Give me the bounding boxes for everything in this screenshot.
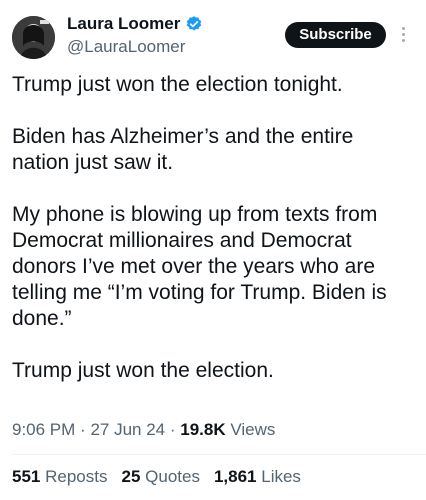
reposts-label: Reposts [45, 467, 108, 486]
tweet-paragraph: My phone is blowing up from texts from D… [12, 203, 387, 330]
subscribe-button[interactable]: Subscribe [285, 22, 386, 48]
divider [12, 454, 426, 455]
display-name[interactable]: Laura Loomer [67, 14, 180, 34]
tweet-text: Trump just won the election tonight. Bid… [12, 72, 416, 410]
engagement-stats: 551 Reposts 25 Quotes 1,861 Likes [12, 466, 315, 488]
tweet-paragraph: Trump just won the election tonight. [12, 73, 343, 96]
name-row: Laura Loomer [67, 14, 203, 34]
likes-label: Likes [261, 467, 301, 486]
likes-count: 1,861 [213, 467, 257, 486]
tweet-time[interactable]: 9:06 PM [12, 420, 75, 439]
user-handle[interactable]: @LauraLoomer [67, 37, 185, 57]
quotes-label: Quotes [145, 467, 200, 486]
likes-stat[interactable]: 1,861 Likes [214, 466, 301, 488]
tweet-paragraph: Trump just won the election. [12, 359, 274, 382]
verified-badge-icon[interactable] [185, 15, 203, 33]
quotes-stat[interactable]: 25 Quotes [121, 466, 199, 488]
views-count: 19.8K [180, 420, 226, 439]
reposts-count: 551 [12, 467, 41, 486]
separator-dot: · [169, 420, 181, 439]
avatar[interactable] [12, 16, 55, 59]
tweet-meta: 9:06 PM · 27 Jun 24 · 19.8K Views [12, 419, 275, 441]
reposts-stat[interactable]: 551 Reposts [12, 466, 107, 488]
tweet-header: Laura Loomer @LauraLoomer Subscribe [0, 0, 426, 66]
views-label: Views [230, 420, 276, 439]
quotes-count: 25 [121, 467, 141, 486]
more-vertical-icon[interactable] [398, 24, 408, 46]
tweet-paragraph: Biden has Alzheimer’s and the entire nat… [12, 125, 354, 174]
tweet-date[interactable]: 27 Jun 24 [90, 420, 165, 439]
separator-dot: · [80, 420, 91, 439]
